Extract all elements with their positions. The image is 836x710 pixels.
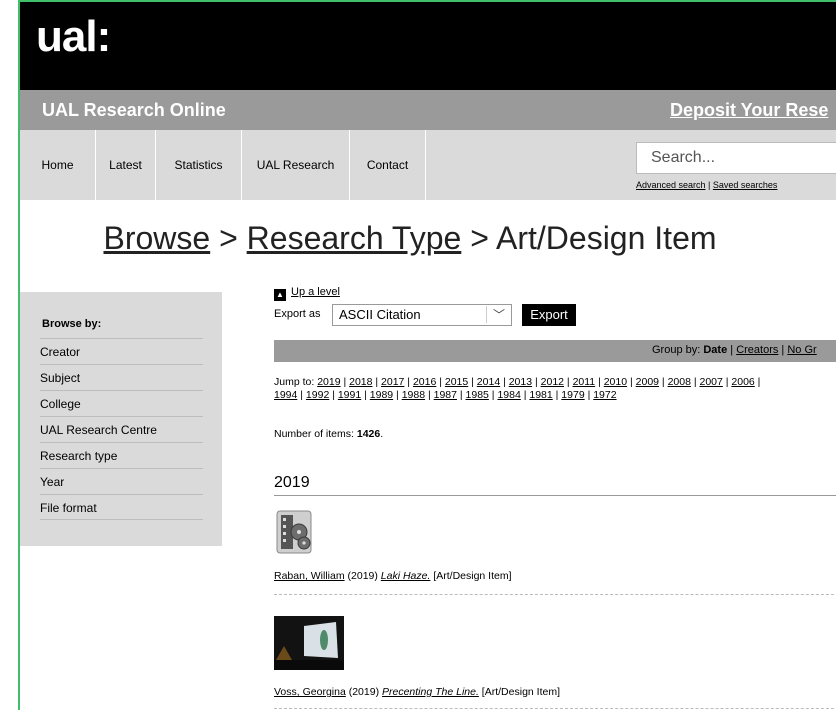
nav-statistics[interactable]: Statistics bbox=[156, 130, 242, 200]
jump-year-link[interactable]: 1979 bbox=[561, 389, 584, 401]
group-by-bar: Group by: Date | Creators | No Gr bbox=[274, 340, 836, 362]
sidebar-item-file-format[interactable]: File format bbox=[40, 494, 203, 520]
item-author-link[interactable]: Raban, William bbox=[274, 570, 345, 582]
search-links-separator: | bbox=[705, 180, 713, 190]
jump-year-link[interactable]: 2013 bbox=[509, 376, 532, 388]
up-a-level-link[interactable]: ▲ Up a level bbox=[274, 286, 340, 301]
breadcrumb-sep: > bbox=[210, 220, 247, 256]
divider bbox=[274, 708, 836, 709]
sidebar-item-college[interactable]: College bbox=[40, 390, 203, 416]
advanced-search-link[interactable]: Advanced search bbox=[636, 180, 706, 190]
list-item: Raban, William (2019) Laki Haze. [Art/De… bbox=[274, 570, 512, 582]
item-year: (2019) bbox=[344, 570, 381, 582]
nav-latest[interactable]: Latest bbox=[96, 130, 156, 200]
jump-year-link[interactable]: 2014 bbox=[477, 376, 500, 388]
list-item: Voss, Georgina (2019) Precenting The Lin… bbox=[274, 686, 560, 698]
export-as-label: Export as bbox=[274, 308, 321, 320]
group-by-creators[interactable]: Creators bbox=[736, 344, 778, 356]
divider bbox=[274, 495, 836, 496]
jump-year-link[interactable]: 1992 bbox=[306, 389, 329, 401]
jump-year-link[interactable]: 2008 bbox=[668, 376, 691, 388]
nav-ual-research[interactable]: UAL Research bbox=[242, 130, 350, 200]
site-title[interactable]: UAL Research Online bbox=[42, 100, 226, 121]
jump-year-link[interactable]: 1994 bbox=[274, 389, 297, 401]
breadcrumb-browse[interactable]: Browse bbox=[103, 220, 210, 256]
browse-by-heading: Browse by: bbox=[42, 318, 102, 330]
nav-home[interactable]: Home bbox=[20, 130, 96, 200]
item-count-value: 1426 bbox=[356, 428, 381, 440]
export-button[interactable]: Export bbox=[522, 304, 576, 326]
jump-year-link[interactable]: 2015 bbox=[445, 376, 468, 388]
item-count: Number of items: 1426. bbox=[274, 428, 384, 440]
item-title-link[interactable]: Precenting The Line. bbox=[382, 686, 479, 698]
chevron-down-icon: ﹀ bbox=[485, 306, 505, 323]
jump-year-link[interactable]: 1987 bbox=[434, 389, 457, 401]
ual-logo[interactable]: ual: bbox=[36, 12, 111, 62]
jump-year-link[interactable]: 2019 bbox=[317, 376, 340, 388]
jump-year-link[interactable]: 2006 bbox=[731, 376, 754, 388]
jump-line-1: Jump to: 2019 | 2018 | 2017 | 2016 | 201… bbox=[274, 376, 761, 388]
top-header: ual: bbox=[20, 2, 836, 90]
jump-year-link[interactable]: 2017 bbox=[381, 376, 404, 388]
jump-year-link[interactable]: 1989 bbox=[370, 389, 393, 401]
jump-to-years: Jump to: 2019 | 2018 | 2017 | 2016 | 201… bbox=[274, 376, 836, 402]
item-count-label: Number of items: bbox=[274, 428, 357, 440]
site-title-bar: UAL Research Online Deposit Your Rese bbox=[20, 90, 836, 130]
jump-year-link[interactable]: 1984 bbox=[497, 389, 520, 401]
sidebar-item-year[interactable]: Year bbox=[40, 468, 203, 494]
search-input[interactable]: Search... bbox=[636, 142, 836, 174]
jump-year-link[interactable]: 1988 bbox=[402, 389, 425, 401]
group-by-label: Group by: bbox=[652, 344, 704, 356]
deposit-research-link[interactable]: Deposit Your Rese bbox=[670, 100, 828, 121]
breadcrumb-current: Art/Design Item bbox=[496, 220, 717, 256]
jump-year-link[interactable]: 1985 bbox=[466, 389, 489, 401]
jump-year-link[interactable]: 2016 bbox=[413, 376, 436, 388]
nav-contact[interactable]: Contact bbox=[350, 130, 426, 200]
video-file-icon[interactable] bbox=[276, 510, 312, 554]
group-by-date: Date bbox=[703, 344, 728, 356]
sidebar-item-research-centre[interactable]: UAL Research Centre bbox=[40, 416, 203, 442]
up-arrow-icon: ▲ bbox=[274, 289, 286, 301]
browse-sidebar: Browse by: Creator Subject College UAL R… bbox=[20, 292, 222, 546]
search-links: Advanced search | Saved searches bbox=[636, 180, 777, 190]
sidebar-item-subject[interactable]: Subject bbox=[40, 364, 203, 390]
divider bbox=[274, 594, 836, 595]
thumbnail-image bbox=[274, 616, 344, 670]
jump-line-2: 1994 | 1992 | 1991 | 1989 | 1988 | 1987 … bbox=[274, 389, 617, 401]
item-author-link[interactable]: Voss, Georgina bbox=[274, 686, 346, 698]
jump-year-link[interactable]: 2009 bbox=[636, 376, 659, 388]
jump-year-link[interactable]: 2010 bbox=[604, 376, 627, 388]
up-a-level-label: Up a level bbox=[291, 286, 340, 298]
breadcrumb-research-type[interactable]: Research Type bbox=[247, 220, 462, 256]
jump-year-link[interactable]: 1972 bbox=[593, 389, 616, 401]
jump-label: Jump to: bbox=[274, 376, 318, 388]
jump-year-link[interactable]: 2012 bbox=[541, 376, 564, 388]
breadcrumb-sep: > bbox=[461, 220, 496, 256]
jump-year-link[interactable]: 1981 bbox=[529, 389, 552, 401]
saved-searches-link[interactable]: Saved searches bbox=[713, 180, 778, 190]
export-row: Export as ASCII Citation ﹀ Export bbox=[274, 304, 576, 326]
year-heading: 2019 bbox=[274, 474, 310, 491]
browser-viewport: ual: UAL Research Online Deposit Your Re… bbox=[18, 0, 836, 710]
export-format-select[interactable]: ASCII Citation ﹀ bbox=[332, 304, 512, 326]
export-format-value: ASCII Citation bbox=[339, 307, 421, 322]
jump-year-link[interactable]: 1991 bbox=[338, 389, 361, 401]
jump-year-link[interactable]: 2011 bbox=[573, 376, 596, 388]
group-by-options: Group by: Date | Creators | No Gr bbox=[652, 344, 817, 356]
item-title-link[interactable]: Laki Haze. bbox=[381, 570, 431, 582]
page-title: Browse > Research Type > Art/Design Item bbox=[20, 220, 800, 257]
item-type: [Art/Design Item] bbox=[430, 570, 512, 582]
item-type: [Art/Design Item] bbox=[478, 686, 560, 698]
item-thumbnail[interactable] bbox=[274, 616, 344, 670]
item-year: (2019) bbox=[345, 686, 382, 698]
sidebar-item-creator[interactable]: Creator bbox=[40, 338, 203, 364]
jump-year-link[interactable]: 2018 bbox=[349, 376, 372, 388]
main-nav: Home Latest Statistics UAL Research Cont… bbox=[20, 130, 836, 200]
jump-year-link[interactable]: 2007 bbox=[699, 376, 722, 388]
group-by-none[interactable]: No Gr bbox=[787, 344, 816, 356]
sidebar-item-research-type[interactable]: Research type bbox=[40, 442, 203, 468]
